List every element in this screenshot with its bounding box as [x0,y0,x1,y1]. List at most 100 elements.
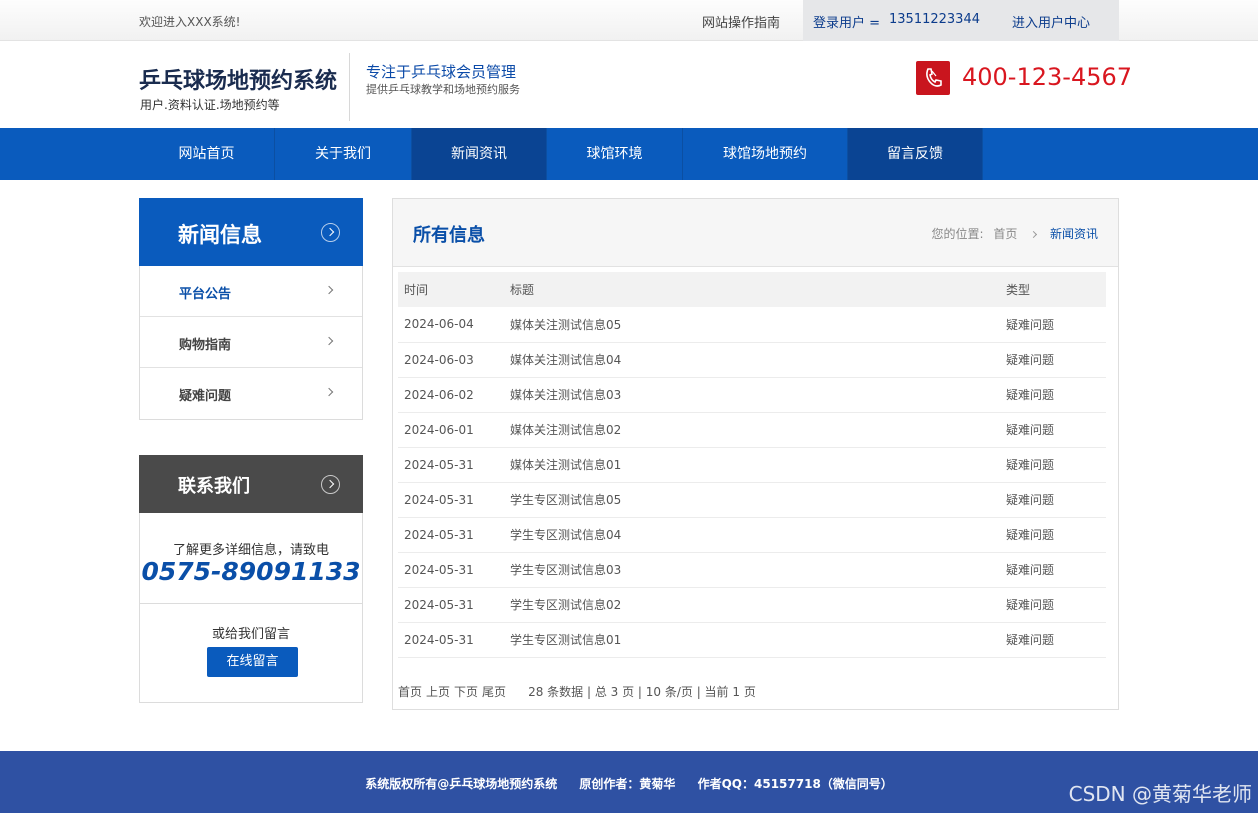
watermark: CSDN @黄菊华老师 [1068,782,1252,806]
row-type: 疑难问题 [1000,622,1106,658]
pager-prev[interactable]: 上页 [426,685,450,699]
contact-phone: 0575-89091133 [141,557,361,586]
pager-first[interactable]: 首页 [398,685,422,699]
main-panel-header: 所有信息 您的位置: 首页 新闻资讯 [393,199,1118,267]
slogan-sub: 提供乒乓球教学和场地预约服务 [366,83,520,96]
footer-qq: 作者QQ：45157718（微信同号） [697,777,893,791]
main-nav: 网站首页 关于我们 新闻资讯 球馆环境 球馆场地预约 留言反馈 [0,128,1258,180]
table-row[interactable]: 2024-05-31 学生专区测试信息05 疑难问题 [398,482,1106,518]
row-date: 2024-05-31 [398,622,504,658]
row-date: 2024-05-31 [398,587,504,623]
news-category-list: 平台公告 购物指南 疑难问题 [139,266,363,420]
contact-body: 了解更多详细信息，请致电 0575-89091133 或给我们留言 在线留言 [139,513,363,703]
table-header-row: 时间 标题 类型 [398,272,1106,307]
breadcrumb: 您的位置: 首页 新闻资讯 [931,225,1098,242]
nav-home[interactable]: 网站首页 [139,128,275,180]
contact-box-title: 联系我们 [178,476,250,497]
row-date: 2024-06-04 [398,307,504,343]
row-date: 2024-05-31 [398,447,504,483]
nav-booking[interactable]: 球馆场地预约 [683,128,848,180]
column-header-time: 时间 [398,272,504,307]
breadcrumb-label: 您的位置: [931,227,984,241]
row-date: 2024-06-03 [398,342,504,378]
main-panel: 所有信息 您的位置: 首页 新闻资讯 时间 标题 类型 2024-06-04 媒体… [392,198,1119,710]
news-box-header: 新闻信息 [139,198,363,266]
sidebar-item-label: 购物指南 [179,338,232,353]
row-title[interactable]: 学生专区测试信息02 [504,587,1000,623]
news-box-title: 新闻信息 [178,223,262,247]
row-date: 2024-05-31 [398,482,504,518]
table-row[interactable]: 2024-05-31 学生专区测试信息03 疑难问题 [398,552,1106,588]
breadcrumb-home[interactable]: 首页 [993,227,1017,241]
chevron-right-icon [1030,230,1038,239]
user-box: 登录用户 = 13511223344 进入用户中心 [803,0,1119,41]
column-header-title: 标题 [504,272,1000,307]
footer-copyright: 系统版权所有@乒乓球场地预约系统 [365,777,558,791]
row-type: 疑难问题 [1000,587,1106,623]
row-title[interactable]: 媒体关注测试信息05 [504,307,1000,343]
circle-arrow-icon[interactable] [321,223,340,242]
table-row[interactable]: 2024-05-31 学生专区测试信息04 疑难问题 [398,517,1106,553]
sidebar-item-faq[interactable]: 疑难问题 [140,368,362,419]
table-row[interactable]: 2024-06-02 媒体关注测试信息03 疑难问题 [398,377,1106,413]
chevron-right-icon [324,387,334,397]
contact-box-header: 联系我们 [139,455,363,513]
site-subtitle: 用户.资料认证.场地预约等 [140,98,280,112]
message-text: 或给我们留言 [211,627,290,642]
breadcrumb-current[interactable]: 新闻资讯 [1050,227,1098,241]
sidebar-item-label: 疑难问题 [179,389,232,404]
user-center-link[interactable]: 进入用户中心 [1012,12,1090,31]
row-title[interactable]: 学生专区测试信息01 [504,622,1000,658]
welcome-text: 欢迎进入XXX系统! [139,15,241,29]
header-divider [349,53,350,121]
online-message-button[interactable]: 在线留言 [207,647,298,677]
guide-link[interactable]: 网站操作指南 [702,12,780,31]
nav-feedback[interactable]: 留言反馈 [848,128,983,180]
table-row[interactable]: 2024-06-04 媒体关注测试信息05 疑难问题 [398,307,1106,343]
login-user-phone: 13511223344 [889,12,980,27]
row-date: 2024-05-31 [398,552,504,588]
row-type: 疑难问题 [1000,377,1106,413]
row-title[interactable]: 媒体关注测试信息02 [504,412,1000,448]
row-title[interactable]: 媒体关注测试信息03 [504,377,1000,413]
sidebar: 新闻信息 平台公告 购物指南 疑难问题 联系我们 了解更多详细信息，请致电 05… [139,198,363,703]
row-title[interactable]: 学生专区测试信息03 [504,552,1000,588]
row-type: 疑难问题 [1000,552,1106,588]
circle-arrow-icon[interactable] [321,475,340,494]
pager-next[interactable]: 下页 [454,685,478,699]
chevron-right-icon [324,285,334,295]
pager-last[interactable]: 尾页 [482,685,506,699]
chevron-right-icon [324,336,334,346]
table-row[interactable]: 2024-06-01 媒体关注测试信息02 疑难问题 [398,412,1106,448]
pager-info: 28 条数据 | 总 3 页 | 10 条/页 | 当前 1 页 [528,685,756,699]
footer-author: 原创作者：黄菊华 [579,777,676,791]
slogan: 专注于乒乓球会员管理 [366,63,517,81]
row-type: 疑难问题 [1000,517,1106,553]
hotline-number: 400-123-4567 [962,63,1133,91]
sidebar-item-announcement[interactable]: 平台公告 [140,266,362,317]
table-row[interactable]: 2024-05-31 媒体关注测试信息01 疑难问题 [398,447,1106,483]
table-row[interactable]: 2024-05-31 学生专区测试信息01 疑难问题 [398,622,1106,658]
row-title[interactable]: 学生专区测试信息04 [504,517,1000,553]
sidebar-item-shopping-guide[interactable]: 购物指南 [140,317,362,368]
news-table: 时间 标题 类型 2024-06-04 媒体关注测试信息05 疑难问题 2024-06… [398,272,1106,658]
column-header-type: 类型 [1000,272,1106,307]
nav-news[interactable]: 新闻资讯 [412,128,547,180]
row-date: 2024-06-02 [398,377,504,413]
contact-divider [140,603,362,604]
row-type: 疑难问题 [1000,342,1106,378]
row-title[interactable]: 学生专区测试信息05 [504,482,1000,518]
row-title[interactable]: 媒体关注测试信息01 [504,447,1000,483]
top-bar: 欢迎进入XXX系统! 网站操作指南 登录用户 = 13511223344 进入用… [0,0,1258,41]
site-title[interactable]: 乒乓球场地预约系统 [139,63,337,95]
nav-about[interactable]: 关于我们 [275,128,412,180]
pagination: 首页 上页 下页 尾页 28 条数据 | 总 3 页 | 10 条/页 | 当前 1 页 [398,683,756,700]
row-type: 疑难问题 [1000,482,1106,518]
row-type: 疑难问题 [1000,447,1106,483]
sidebar-item-label: 平台公告 [179,287,232,302]
row-title[interactable]: 媒体关注测试信息04 [504,342,1000,378]
table-row[interactable]: 2024-05-31 学生专区测试信息02 疑难问题 [398,587,1106,623]
table-row[interactable]: 2024-06-03 媒体关注测试信息04 疑难问题 [398,342,1106,378]
nav-environment[interactable]: 球馆环境 [547,128,683,180]
row-type: 疑难问题 [1000,412,1106,448]
